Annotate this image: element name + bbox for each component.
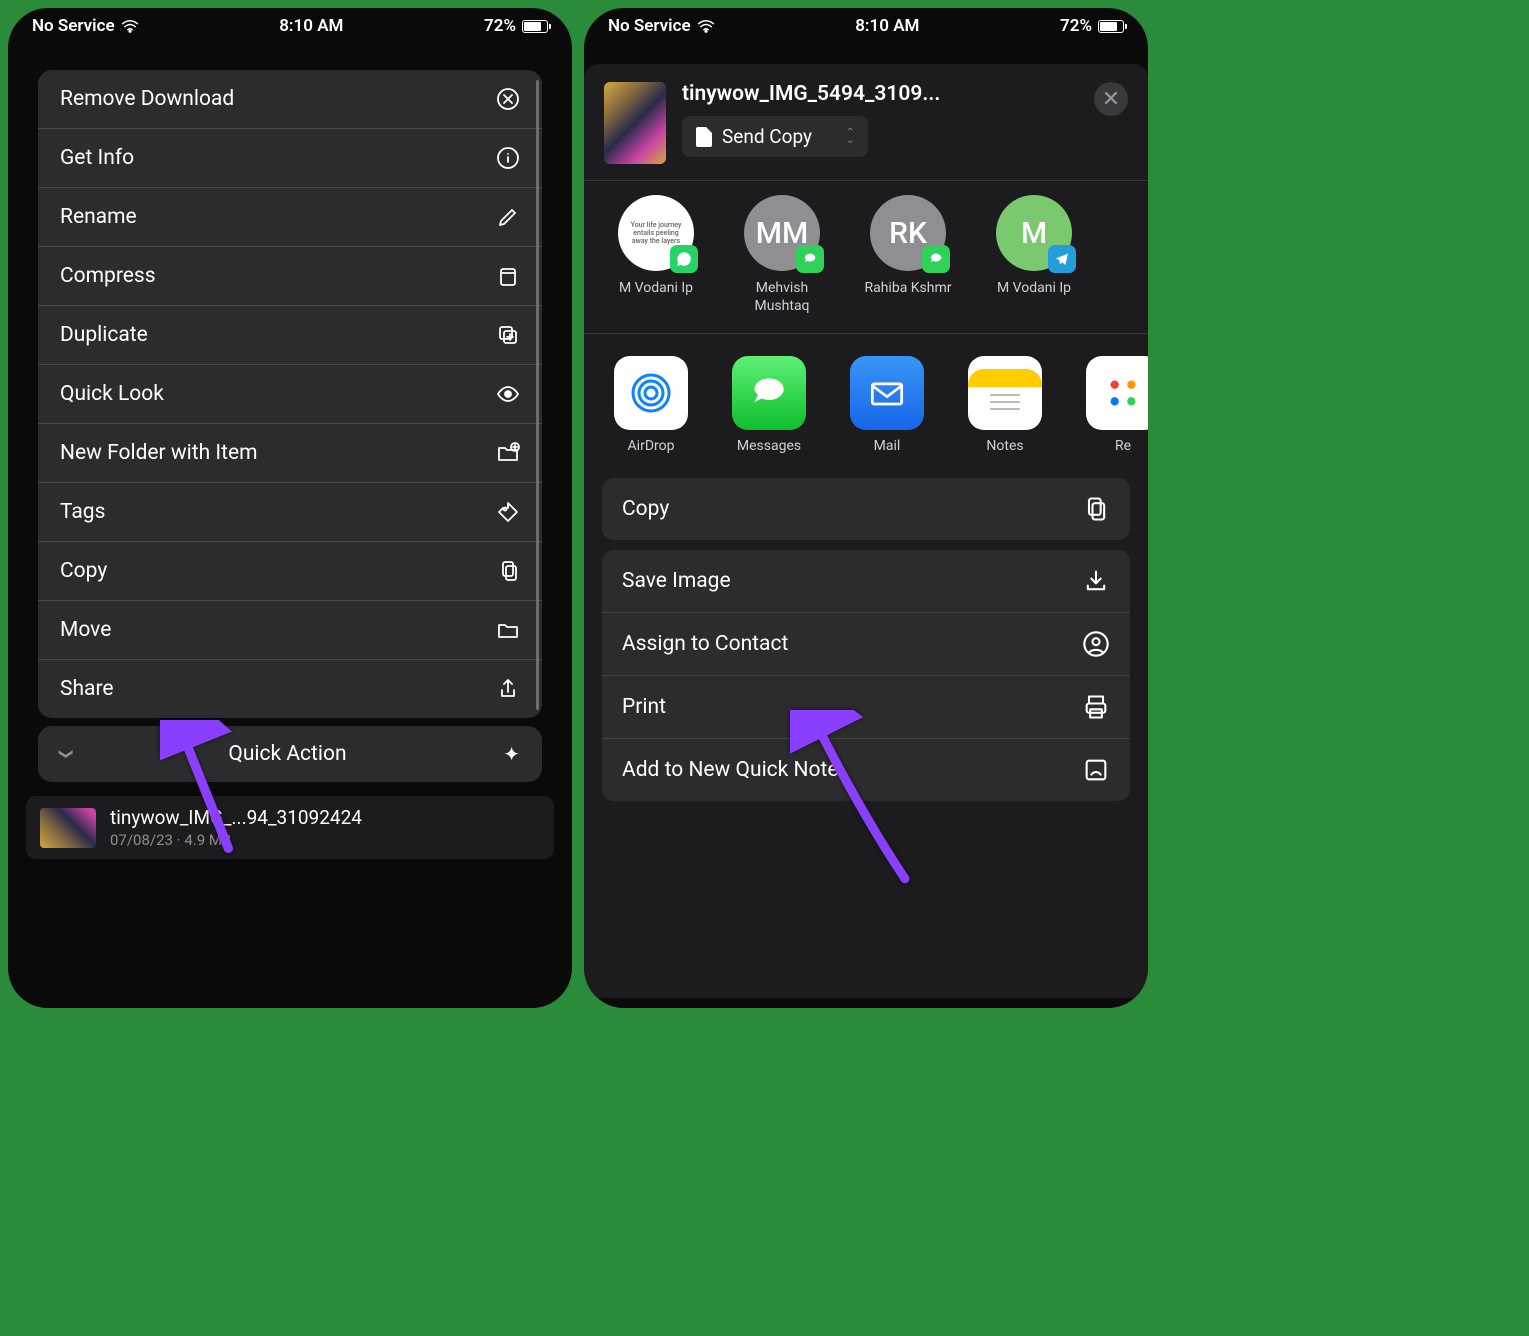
menu-remove-download[interactable]: Remove Download xyxy=(38,70,542,129)
person-icon xyxy=(1082,630,1110,658)
battery-icon xyxy=(522,20,548,33)
share-thumbnail xyxy=(604,82,666,164)
scroll-indicator[interactable] xyxy=(536,80,539,710)
menu-quick-look[interactable]: Quick Look xyxy=(38,365,542,424)
share-sheet: tinywow_IMG_5494_3109... Send Copy ⌃⌄ ✕ … xyxy=(584,64,1148,998)
telegram-icon xyxy=(1048,245,1076,273)
duplicate-icon xyxy=(496,323,520,347)
print-icon xyxy=(1082,693,1110,721)
document-icon xyxy=(696,127,712,147)
app-notes[interactable]: Notes xyxy=(962,356,1048,454)
compress-icon xyxy=(496,264,520,288)
file-info-bar[interactable]: tinywow_IMG_...94_31092424 07/08/23 · 4.… xyxy=(26,796,554,859)
remove-icon xyxy=(496,87,520,111)
share-title: tinywow_IMG_5494_3109... xyxy=(682,82,1078,106)
app-mail[interactable]: Mail xyxy=(844,356,930,454)
copy-icon xyxy=(496,559,520,583)
battery-icon xyxy=(1098,20,1124,33)
menu-copy[interactable]: Copy xyxy=(38,542,542,601)
file-thumbnail xyxy=(40,808,96,848)
send-copy-button[interactable]: Send Copy ⌃⌄ xyxy=(682,116,868,157)
share-icon xyxy=(496,677,520,701)
contact-m-vodani-telegram[interactable]: M M Vodani Ip xyxy=(986,195,1082,315)
copy-icon xyxy=(1082,495,1110,523)
share-header: tinywow_IMG_5494_3109... Send Copy ⌃⌄ ✕ xyxy=(584,64,1148,180)
app-reminders[interactable]: Re xyxy=(1080,356,1148,454)
note-icon xyxy=(1082,756,1110,784)
right-phone-screen: No Service 8:10 AM 72% tinywow_IMG_5494_… xyxy=(584,8,1148,1008)
menu-tags[interactable]: Tags xyxy=(38,483,542,542)
menu-share[interactable]: Share xyxy=(38,660,542,718)
contact-m-vodani-whatsapp[interactable]: Your life journey entails peeling away t… xyxy=(608,195,704,315)
status-bar: No Service 8:10 AM 72% xyxy=(584,8,1148,40)
app-airdrop[interactable]: AirDrop xyxy=(608,356,694,454)
info-icon xyxy=(496,146,520,170)
battery-percent: 72% xyxy=(484,16,516,36)
action-save-image[interactable]: Save Image xyxy=(602,550,1130,613)
clock-time: 8:10 AM xyxy=(279,16,343,36)
clock-time: 8:10 AM xyxy=(855,16,919,36)
download-icon xyxy=(1082,567,1110,595)
service-status: No Service xyxy=(32,16,115,36)
folder-icon xyxy=(496,618,520,642)
menu-get-info[interactable]: Get Info xyxy=(38,129,542,188)
eye-icon xyxy=(496,382,520,406)
menu-move[interactable]: Move xyxy=(38,601,542,660)
apps-row: AirDrop Messages Mail Notes Re xyxy=(584,334,1148,472)
left-phone-screen: No Service 8:10 AM 72% Remove Download G… xyxy=(8,8,572,1008)
actions-group: Save Image Assign to Contact Print Add t… xyxy=(602,550,1130,801)
copy-group: Copy xyxy=(602,478,1130,540)
action-assign-contact[interactable]: Assign to Contact xyxy=(602,613,1130,676)
menu-new-folder[interactable]: New Folder with Item xyxy=(38,424,542,483)
tag-icon xyxy=(496,500,520,524)
quick-actions-row[interactable]: ❯ Quick Action ✦ xyxy=(38,726,542,782)
rename-icon xyxy=(496,205,520,229)
action-copy[interactable]: Copy xyxy=(602,478,1130,540)
battery-percent: 72% xyxy=(1060,16,1092,36)
menu-compress[interactable]: Compress xyxy=(38,247,542,306)
messages-icon xyxy=(922,245,950,273)
up-down-icon: ⌃⌄ xyxy=(846,129,854,145)
file-metadata: 07/08/23 · 4.9 MB xyxy=(110,831,362,849)
action-quick-note[interactable]: Add to New Quick Note xyxy=(602,739,1130,801)
messages-icon xyxy=(796,245,824,273)
context-menu: Remove Download Get Info Rename Compress… xyxy=(38,70,542,718)
wifi-icon xyxy=(121,19,139,33)
menu-duplicate[interactable]: Duplicate xyxy=(38,306,542,365)
status-bar: No Service 8:10 AM 72% xyxy=(8,8,572,40)
contact-mehvish[interactable]: MM Mehvish Mushtaq xyxy=(734,195,830,315)
menu-rename[interactable]: Rename xyxy=(38,188,542,247)
folder-plus-icon xyxy=(496,441,520,465)
file-name: tinywow_IMG_...94_31092424 xyxy=(110,806,362,829)
whatsapp-icon xyxy=(670,245,698,273)
wifi-icon xyxy=(697,19,715,33)
app-messages[interactable]: Messages xyxy=(726,356,812,454)
sparkle-icon: ✦ xyxy=(503,742,520,766)
contacts-row: Your life journey entails peeling away t… xyxy=(584,180,1148,334)
contact-rahiba[interactable]: RK Rahiba Kshmr xyxy=(860,195,956,315)
service-status: No Service xyxy=(608,16,691,36)
chevron-right-icon: ❯ xyxy=(58,748,74,760)
action-print[interactable]: Print xyxy=(602,676,1130,739)
close-button[interactable]: ✕ xyxy=(1094,82,1128,116)
